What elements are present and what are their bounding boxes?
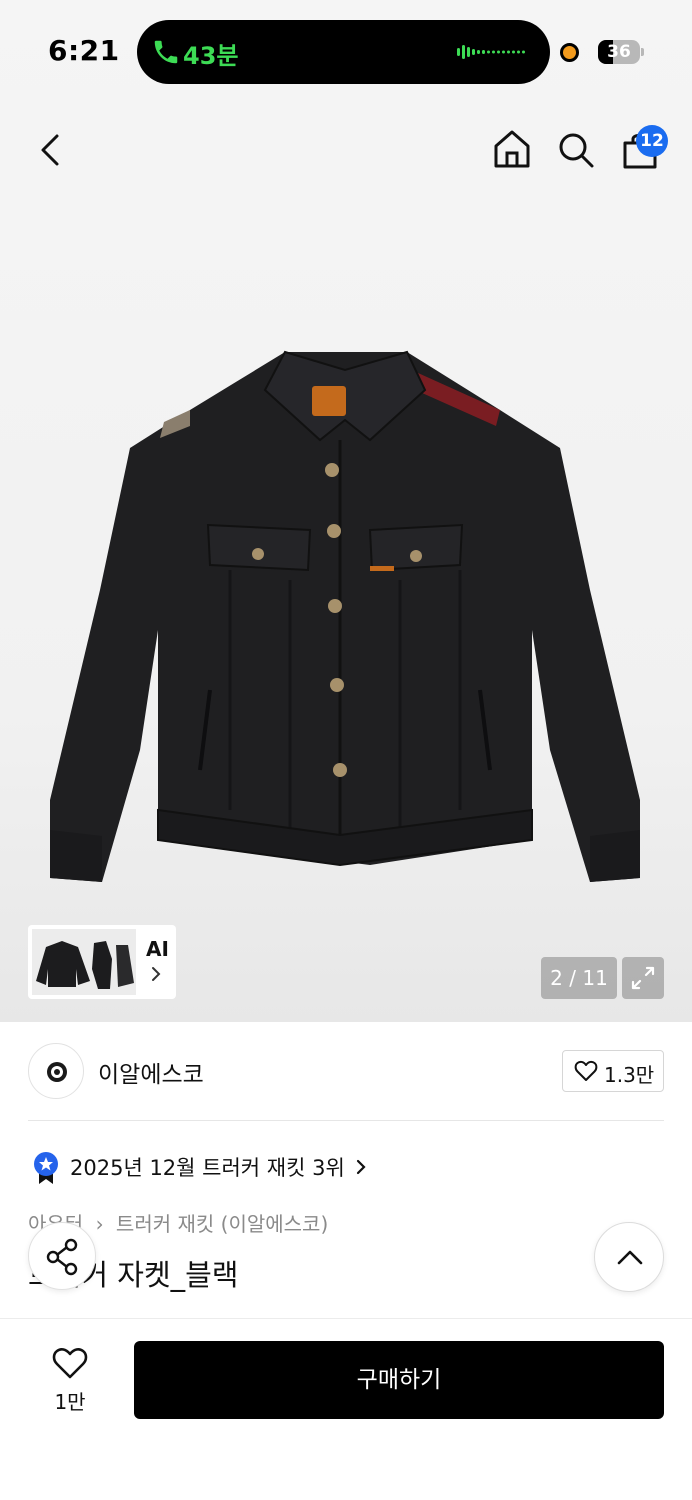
dynamic-island[interactable]: 43분 [137,20,550,84]
ai-try-on-card[interactable]: AI [28,925,176,999]
ai-label: AI [146,937,169,961]
divider [28,1120,664,1121]
back-icon[interactable] [38,132,62,168]
brand-name[interactable]: 이알에스코 [98,1055,204,1089]
share-button[interactable] [28,1222,96,1290]
ai-thumbnail-image [32,929,136,995]
phone-icon [154,40,178,64]
image-page-counter: 2 / 11 [541,957,617,999]
call-duration: 43분 [183,42,239,70]
expand-icon [631,966,655,990]
share-icon [46,1238,78,1276]
brand-like-count: 1.3만 [604,1063,655,1087]
brand-logo-image [47,1062,67,1082]
battery-nub [641,48,644,56]
ranking-text[interactable]: 2025년 12월 트러커 재킷 3위 [70,1152,345,1182]
battery-indicator: 36 [598,40,640,64]
breadcrumb-subcategory[interactable]: 트러커 재킷 (이알에스코) [116,1212,328,1236]
chevron-right-icon [152,967,161,981]
scroll-to-top-button[interactable] [594,1222,664,1292]
product-image [50,350,640,882]
chevron-up-icon [617,1250,643,1265]
buy-button[interactable]: 구매하기 [134,1341,664,1419]
expand-image-button[interactable] [622,957,664,999]
product-image-gallery[interactable]: 6:21 43분 36 12 AI 2 / 11 [0,0,692,1022]
recording-indicator [560,43,579,62]
status-time: 6:21 [48,34,120,67]
cart-count-badge: 12 [636,125,668,157]
brand-like-button[interactable]: 1.3만 [562,1050,664,1092]
wishlist-count: 1만 [54,1390,86,1414]
heart-icon [574,1060,598,1081]
ranking-badge-icon [34,1152,58,1184]
battery-level: 36 [607,42,631,62]
home-icon[interactable] [492,128,532,170]
search-icon[interactable] [556,130,596,170]
wishlist-heart-icon[interactable] [52,1346,88,1380]
audio-waveform-icon [457,45,525,59]
brand-logo[interactable] [28,1043,84,1099]
chevron-right-icon[interactable] [355,1159,367,1175]
